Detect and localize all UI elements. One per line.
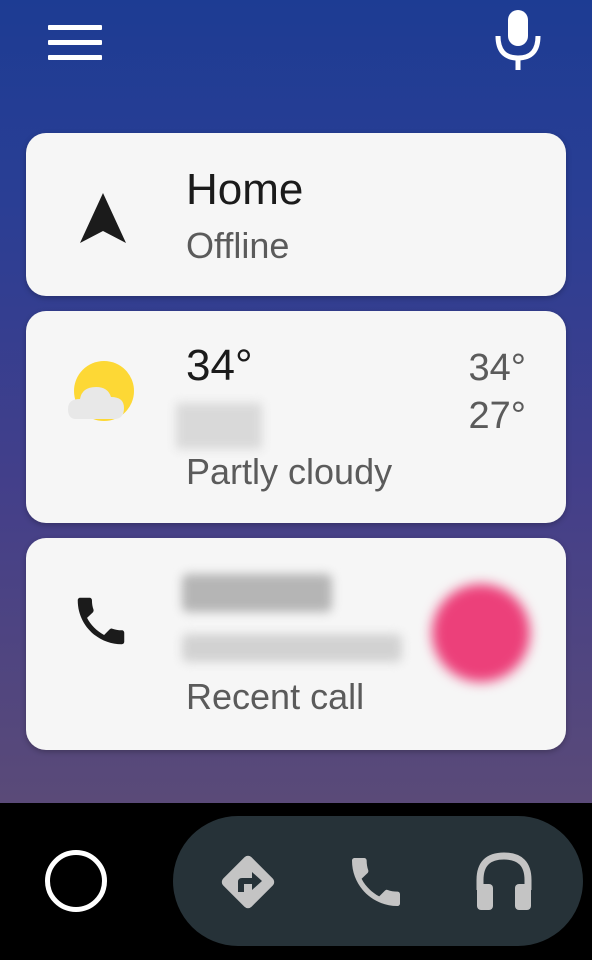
microphone-button[interactable] — [490, 8, 546, 72]
media-app-button[interactable] — [472, 850, 536, 914]
weather-condition: Partly cloudy — [186, 451, 393, 492]
navigation-card[interactable]: Home Offline — [26, 133, 566, 296]
contact-name — [182, 574, 332, 612]
recent-call-card[interactable]: Recent call — [26, 538, 566, 750]
navigation-arrow-icon — [80, 193, 126, 243]
menu-icon-bar — [48, 24, 102, 30]
android-auto-screen: Home Offline 34° Partly cloudy 34° 27° R… — [0, 0, 592, 803]
phone-app-button[interactable] — [344, 850, 408, 914]
partly-cloudy-icon — [68, 361, 134, 421]
weather-card[interactable]: 34° Partly cloudy 34° 27° — [26, 311, 566, 523]
menu-icon-bar — [48, 54, 102, 60]
call-status: Recent call — [186, 676, 365, 717]
menu-button[interactable] — [40, 14, 110, 70]
high-temperature: 34° — [468, 347, 526, 389]
menu-icon-bar — [48, 39, 102, 45]
contact-number — [182, 634, 402, 662]
current-temperature: 34° — [186, 341, 253, 390]
home-button[interactable] — [45, 850, 107, 912]
location-label — [176, 403, 262, 449]
headphones-icon — [476, 852, 532, 910]
directions-icon — [221, 855, 275, 909]
microphone-icon — [495, 10, 541, 70]
navigation-app-button[interactable] — [216, 850, 280, 914]
navigation-status: Offline — [186, 225, 290, 266]
low-temperature: 27° — [468, 395, 526, 437]
destination-title: Home — [186, 165, 304, 214]
contact-avatar — [432, 584, 530, 682]
phone-icon — [352, 858, 400, 906]
phone-icon — [77, 597, 125, 645]
temperature-range: 34° 27° — [469, 344, 526, 440]
